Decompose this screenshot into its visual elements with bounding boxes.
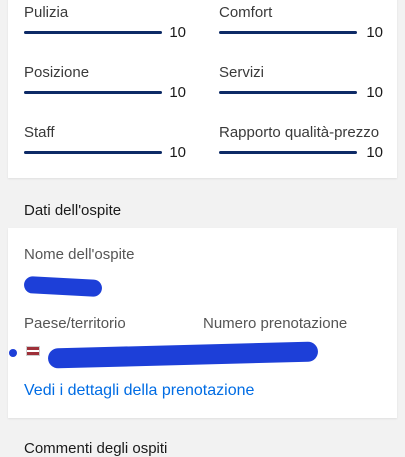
comments-section-heading: Commenti degli ospiti <box>24 440 168 457</box>
score-label-staff: Staff <box>24 124 55 141</box>
score-value-rapporto: 10 <box>366 144 383 161</box>
score-bar-staff <box>24 151 162 154</box>
score-value-servizi: 10 <box>366 84 383 101</box>
score-value-comfort: 10 <box>366 24 383 41</box>
booking-details-link[interactable]: Vedi i dettagli della prenotazione <box>24 382 254 400</box>
score-value-pulizia: 10 <box>169 24 186 41</box>
score-bar-servizi <box>219 91 357 94</box>
score-bar-rapporto <box>219 151 357 154</box>
score-label-posizione: Posizione <box>24 64 90 81</box>
redaction-dot <box>9 349 17 357</box>
score-label-comfort: Comfort <box>219 4 273 21</box>
guest-details-card: Nome dell'ospite Paese/territorio Numero… <box>8 228 397 418</box>
redacted-guest-name <box>23 275 103 298</box>
country-flag-icon <box>26 346 40 356</box>
score-bar-pulizia <box>24 31 162 34</box>
score-label-rapporto: Rapporto qualità-prezzo <box>219 124 380 141</box>
review-scores-card: Pulizia 10 Comfort 10 Posizione 10 Servi… <box>8 0 397 178</box>
redacted-country-and-booking-number <box>47 341 319 369</box>
score-value-posizione: 10 <box>169 84 186 101</box>
guest-section-heading: Dati dell'ospite <box>24 202 122 219</box>
booking-number-label: Numero prenotazione <box>203 315 348 332</box>
score-value-staff: 10 <box>169 144 186 161</box>
score-label-pulizia: Pulizia <box>24 4 69 21</box>
country-label: Paese/territorio <box>24 315 126 332</box>
guest-name-label: Nome dell'ospite <box>24 246 135 263</box>
score-bar-comfort <box>219 31 357 34</box>
score-label-servizi: Servizi <box>219 64 265 81</box>
score-bar-posizione <box>24 91 162 94</box>
